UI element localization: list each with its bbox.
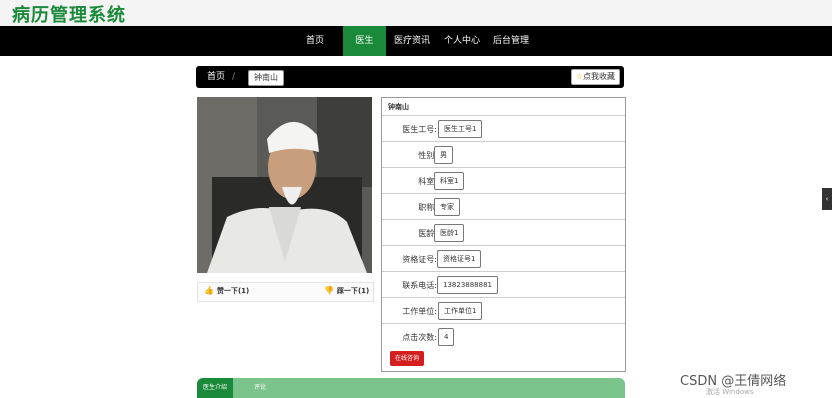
like-button[interactable]: 👍 赞一下(1) xyxy=(204,286,249,296)
field-value: 4 xyxy=(438,328,455,346)
field-label: 医生工号: xyxy=(402,125,437,134)
doctor-name: 钟南山 xyxy=(388,103,409,111)
main-nav: 首页 医生 医疗资讯 个人中心 后台管理 xyxy=(0,26,832,56)
field-label: 点击次数: xyxy=(402,333,437,342)
like-label: 赞一下(1) xyxy=(216,287,250,295)
doctor-photo xyxy=(197,97,372,273)
field-value: 男 xyxy=(434,146,453,164)
nav-item-admin[interactable]: 后台管理 xyxy=(489,26,533,56)
favorite-button-label: 点我收藏 xyxy=(583,72,615,81)
field-label: 联系电话: xyxy=(402,281,437,290)
tab-doctor-intro[interactable]: 医生介绍 xyxy=(197,378,234,398)
nav-item-home[interactable]: 首页 xyxy=(296,26,334,56)
info-row: 联系电话: 13823888881 xyxy=(382,271,625,297)
field-value: 专家 xyxy=(434,198,460,216)
field-value: 工作单位1 xyxy=(438,302,483,320)
thumbs-up-icon: 👍 xyxy=(204,286,214,295)
nav-item-doctors[interactable]: 医生 xyxy=(343,26,386,56)
breadcrumb-current: 钟南山 xyxy=(248,70,284,86)
top-header: 病历管理系统 xyxy=(0,0,832,26)
breadcrumb: 首页 / 钟南山 ☆点我收藏 xyxy=(196,66,624,88)
info-row: 医生工号: 医生工号1 xyxy=(382,115,625,141)
dislike-label: 踩一下(1) xyxy=(336,287,370,295)
detail-tabs: 医生介绍 评论 xyxy=(197,378,625,398)
field-label: 资格证号: xyxy=(402,255,437,264)
breadcrumb-home-link[interactable]: 首页 xyxy=(207,66,225,88)
info-row: 职称: 专家 xyxy=(382,193,625,219)
favorite-button[interactable]: ☆点我收藏 xyxy=(570,69,620,85)
nav-item-medical-news[interactable]: 医疗资讯 xyxy=(390,26,434,56)
field-value: 科室1 xyxy=(434,172,465,190)
field-label: 工作单位: xyxy=(402,307,437,316)
vote-bar: 👍 赞一下(1) 👎 踩一下(1) xyxy=(197,282,374,302)
breadcrumb-separator: / xyxy=(232,72,236,82)
field-value: 资格证号1 xyxy=(437,250,482,268)
info-row: 工作单位: 工作单位1 xyxy=(382,297,625,323)
info-row: 科室: 科室1 xyxy=(382,167,625,193)
field-value: 13823888881 xyxy=(437,276,498,294)
site-title: 病历管理系统 xyxy=(12,5,126,26)
info-row: 点击次数: 4 xyxy=(382,323,625,349)
field-value: 医生工号1 xyxy=(438,120,483,138)
doctor-info-panel: 钟南山 医生工号: 医生工号1 性别: 男 科室: 科室1 职称: 专家 医龄:… xyxy=(381,97,626,372)
consult-online-button[interactable]: 在线咨询 xyxy=(390,351,425,366)
activate-windows-notice: 激活 Windows xyxy=(706,388,754,396)
dislike-button[interactable]: 👎 踩一下(1) xyxy=(324,286,369,296)
tab-comments[interactable]: 评论 xyxy=(254,378,266,398)
thumbs-down-icon: 👎 xyxy=(324,286,334,295)
doctor-portrait-image xyxy=(197,97,372,273)
field-value: 医龄1 xyxy=(434,224,465,242)
side-panel-toggle[interactable]: ‹ xyxy=(822,188,832,210)
star-icon: ☆ xyxy=(575,72,583,81)
nav-item-personal-center[interactable]: 个人中心 xyxy=(440,26,484,56)
info-row: 资格证号: 资格证号1 xyxy=(382,245,625,271)
chevron-left-icon: ‹ xyxy=(825,195,829,203)
info-row: 医龄: 医龄1 xyxy=(382,219,625,245)
info-row: 性别: 男 xyxy=(382,141,625,167)
